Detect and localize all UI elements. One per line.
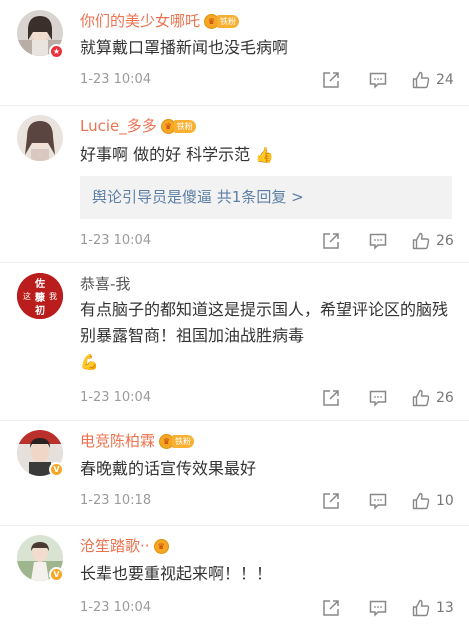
comment-text-content: 好事啊 做的好 科学示范 <box>80 145 251 164</box>
comment-text: 就算戴口罩播新闻也没毛病啊 <box>80 38 289 57</box>
comment-text: 有点脑子的都知道这是提示国人，希望评论区的脑残别暴露智商！祖国加油战胜病毒 💪 <box>80 297 452 375</box>
crown-icon: ♛ <box>153 539 169 554</box>
share-icon[interactable] <box>322 71 340 89</box>
comment-icon[interactable] <box>369 599 387 617</box>
comment-icon[interactable] <box>369 71 387 89</box>
fan-badge: ♛ 铁粉 <box>159 432 195 449</box>
comment-text-content: 有点脑子的都知道这是提示国人，希望评论区的脑残别暴露智商！祖国加油战胜病毒 <box>80 300 449 345</box>
share-icon[interactable] <box>322 599 340 617</box>
timestamp: 1-23 10:04 <box>80 600 152 615</box>
username-text: Lucie_多多 <box>80 117 157 135</box>
like-count: 24 <box>436 72 454 88</box>
like-icon[interactable] <box>412 599 430 617</box>
like-icon[interactable] <box>412 389 430 407</box>
timestamp: 1-23 10:18 <box>80 493 152 508</box>
share-icon[interactable] <box>322 492 340 510</box>
svg-text:我: 我 <box>49 291 57 301</box>
fan-badge: ♛ <box>153 537 169 554</box>
comment-item: 佐 这 糠 我 初 恭喜-我 有点脑子的都知道这是提示国人，希望评论区的脑残别暴… <box>0 263 469 421</box>
like-count: 26 <box>436 390 454 406</box>
username[interactable]: Lucie_多多 ♛ 铁粉 <box>80 117 196 135</box>
like-count: 13 <box>436 600 454 616</box>
comment-meta: 1-23 10:04 24 <box>80 70 454 90</box>
fan-badge: ♛ 铁粉 <box>204 12 240 29</box>
username[interactable]: 沧笙踏歌·· ♛ <box>80 537 169 555</box>
timestamp: 1-23 10:04 <box>80 233 152 248</box>
svg-text:糠: 糠 <box>34 291 46 304</box>
avatar[interactable]: 佐 这 糠 我 初 <box>17 273 63 319</box>
like-count: 26 <box>436 233 454 249</box>
fan-badge-label: 铁粉 <box>217 15 240 28</box>
reply-preview[interactable]: 舆论引导员是傻逼 共1条回复 > <box>80 176 452 219</box>
timestamp: 1-23 10:04 <box>80 390 152 405</box>
fan-badge: ♛ 铁粉 <box>160 117 196 134</box>
comment-meta: 1-23 10:18 10 <box>80 491 454 511</box>
comment-text: 长辈也要重视起来啊！！！ <box>80 564 273 583</box>
username-text: 你们的美少女哪吒 <box>80 12 201 30</box>
thumbs-up-emoji: 👍 <box>255 146 274 164</box>
comment-text: 好事啊 做的好 科学示范 👍 <box>80 142 452 168</box>
comment-item: V 沧笙踏歌·· ♛ 长辈也要重视起来啊！！！ 1-23 10:04 13 <box>0 526 469 633</box>
comment-icon[interactable] <box>369 389 387 407</box>
username-text: 电竞陈柏霖 <box>80 432 156 450</box>
avatar[interactable] <box>17 115 63 161</box>
comment-item: V 电竞陈柏霖 ♛ 铁粉 春晚戴的话宣传效果最好 1-23 10:18 10 <box>0 421 469 526</box>
comment-meta: 1-23 10:04 26 <box>80 388 454 408</box>
fan-badge-label: 铁粉 <box>172 435 195 448</box>
comment-item: Lucie_多多 ♛ 铁粉 好事啊 做的好 科学示范 👍 舆论引导员是傻逼 共1条回… <box>0 106 469 263</box>
comment-text: 春晚戴的话宣传效果最好 <box>80 459 257 478</box>
username[interactable]: 恭喜-我 <box>80 275 130 293</box>
svg-text:这: 这 <box>23 291 31 301</box>
fan-badge-label: 铁粉 <box>173 120 196 133</box>
like-count: 10 <box>436 493 454 509</box>
share-icon[interactable] <box>322 389 340 407</box>
like-icon[interactable] <box>412 492 430 510</box>
verified-badge: V <box>49 462 64 477</box>
comment-meta: 1-23 10:04 26 <box>80 231 454 251</box>
comment-icon[interactable] <box>369 232 387 250</box>
username-text: 沧笙踏歌·· <box>80 537 150 555</box>
username[interactable]: 电竞陈柏霖 ♛ 铁粉 <box>80 432 195 450</box>
like-icon[interactable] <box>412 232 430 250</box>
comment-item: ★ 你们的美少女哪吒 ♛ 铁粉 就算戴口罩播新闻也没毛病啊 1-23 10:04 2… <box>0 0 469 106</box>
svg-text:佐: 佐 <box>34 277 45 290</box>
like-icon[interactable] <box>412 71 430 89</box>
username[interactable]: 你们的美少女哪吒 ♛ 铁粉 <box>80 12 240 30</box>
flexed-biceps-emoji: 💪 <box>80 353 99 371</box>
verified-badge: ★ <box>49 44 64 59</box>
verified-badge: V <box>49 567 64 582</box>
comment-meta: 1-23 10:04 13 <box>80 598 454 618</box>
username-text: 恭喜-我 <box>80 275 131 293</box>
svg-text:初: 初 <box>35 304 45 317</box>
comment-icon[interactable] <box>369 492 387 510</box>
timestamp: 1-23 10:04 <box>80 72 152 87</box>
share-icon[interactable] <box>322 232 340 250</box>
